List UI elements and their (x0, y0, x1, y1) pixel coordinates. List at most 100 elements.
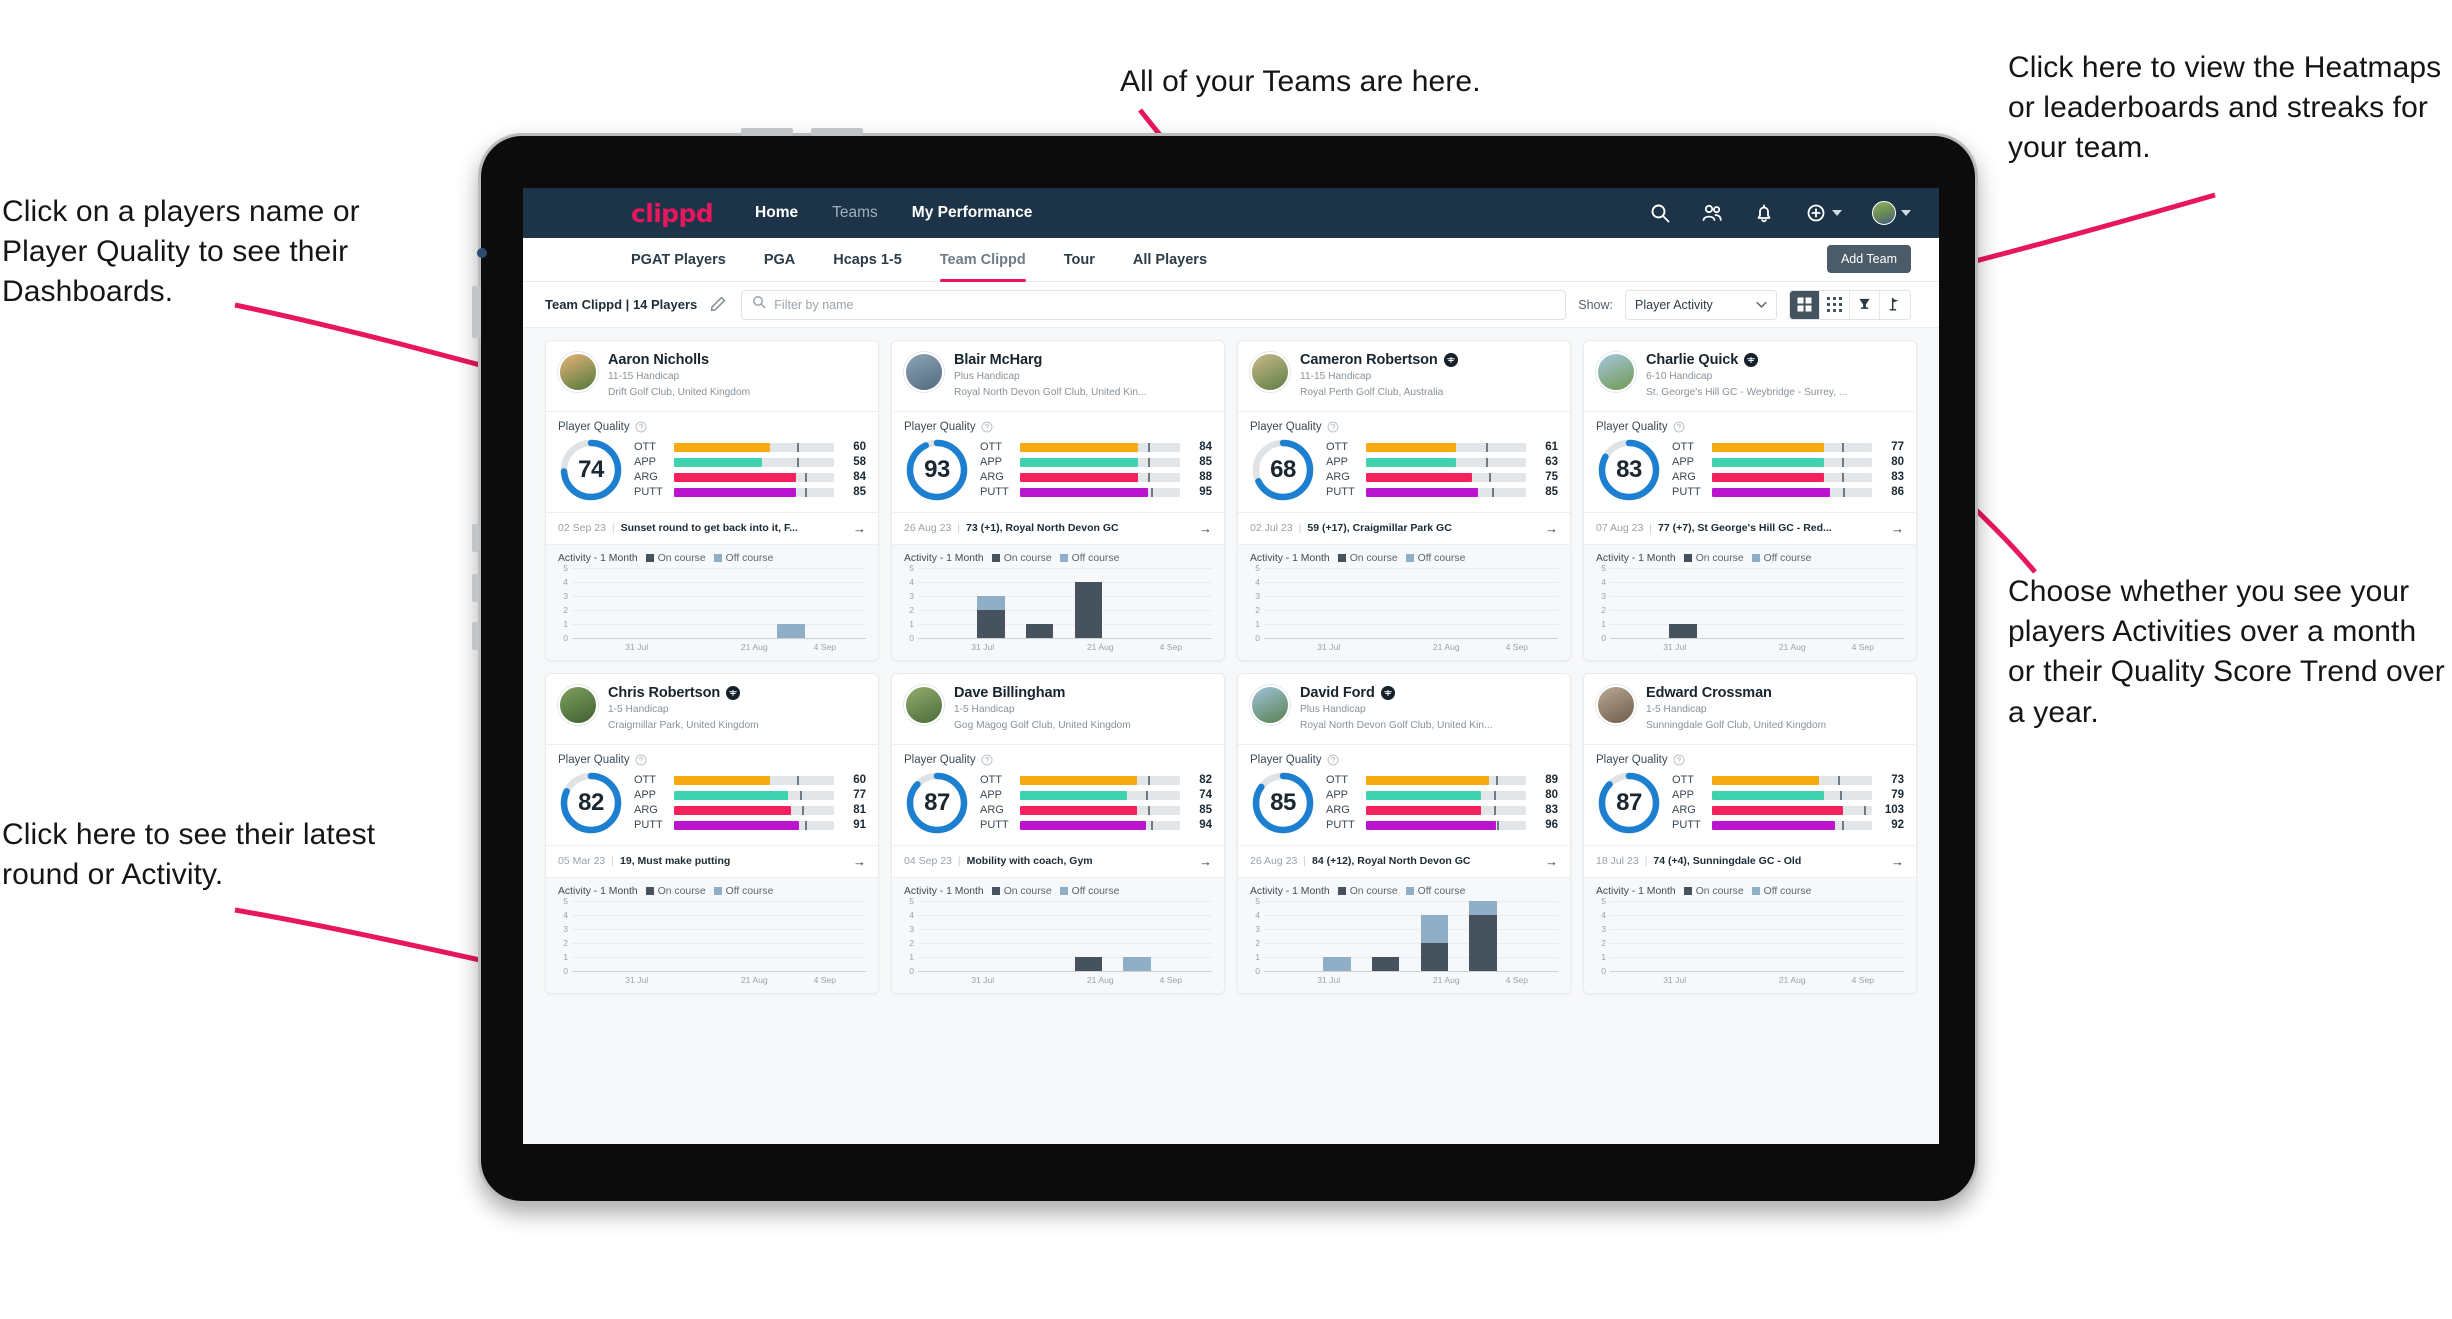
player-name-row[interactable]: Charlie Quick (1646, 352, 1847, 368)
avatar[interactable] (1872, 201, 1896, 225)
bell-icon[interactable] (1753, 202, 1775, 224)
tab-tour[interactable]: Tour (1064, 238, 1095, 282)
pencil-icon[interactable] (709, 295, 729, 315)
tablet-device: clippd Home Teams My Performance PGAT Pl… (472, 128, 1978, 1204)
tab-team-clippd[interactable]: Team Clippd (939, 238, 1026, 282)
nav-link-teams[interactable]: Teams (832, 204, 878, 222)
player-card[interactable]: Aaron Nicholls 11-15 Handicap Drift Golf C… (545, 340, 879, 661)
player-name-row[interactable]: Aaron Nicholls (608, 352, 750, 368)
help-icon[interactable] (1673, 421, 1685, 433)
player-name[interactable]: David Ford (1300, 685, 1375, 701)
help-icon[interactable] (635, 421, 647, 433)
player-card[interactable]: Chris Robertson 1-5 Handicap Craigmillar P… (545, 672, 879, 994)
player-name-row[interactable]: Blair McHarg (954, 352, 1147, 368)
arrow-right-icon[interactable]: → (853, 521, 866, 536)
arrow-right-icon[interactable]: → (853, 854, 866, 869)
latest-round-row[interactable]: 07 Aug 23 | 77 (+7), St George's Hill GC -… (1584, 511, 1916, 544)
arrow-right-icon[interactable]: → (1199, 521, 1212, 536)
tab-pga[interactable]: PGA (764, 238, 795, 282)
help-icon[interactable] (635, 754, 647, 766)
metric-benchmark-tick (1841, 442, 1844, 452)
player-card-header[interactable]: David Ford Plus Handicap Royal North Devon… (1238, 674, 1570, 744)
player-quality-section[interactable]: Player Quality 87 OTT 73 APP 79 ARG 103 PUTT 92 (1584, 745, 1916, 845)
player-card-header[interactable]: Edward Crossman 1-5 Handicap Sunningdale G… (1584, 674, 1916, 744)
add-menu[interactable] (1805, 202, 1842, 224)
account-menu[interactable] (1872, 201, 1911, 225)
player-name[interactable]: Charlie Quick (1646, 352, 1738, 368)
add-team-button[interactable]: Add Team (1826, 245, 1911, 273)
avatar[interactable] (904, 352, 944, 392)
player-name-row[interactable]: Cameron Robertson (1300, 352, 1458, 368)
golf-flag-icon[interactable] (1880, 290, 1910, 319)
player-name[interactable]: Dave Billingham (954, 685, 1065, 701)
nav-link-home[interactable]: Home (755, 204, 798, 222)
arrow-right-icon[interactable]: → (1545, 521, 1558, 536)
help-icon[interactable] (981, 421, 993, 433)
player-quality-section[interactable]: Player Quality 82 OTT 60 APP 77 ARG 81 PUTT 91 (546, 745, 878, 845)
player-card[interactable]: David Ford Plus Handicap Royal North Devon… (1237, 672, 1571, 994)
arrow-right-icon[interactable]: → (1891, 521, 1904, 536)
clippd-logo[interactable]: clippd (631, 199, 714, 228)
player-card-header[interactable]: Aaron Nicholls 11-15 Handicap Drift Golf C… (546, 341, 878, 411)
player-quality-section[interactable]: Player Quality 74 OTT 60 APP 58 ARG 84 PUTT 85 (546, 412, 878, 512)
player-name-row[interactable]: David Ford (1300, 685, 1493, 701)
help-icon[interactable] (981, 754, 993, 766)
player-card[interactable]: Blair McHarg Plus Handicap Royal North Dev… (891, 340, 1225, 661)
latest-round-row[interactable]: 05 Mar 23 | 19, Must make putting → (546, 844, 878, 877)
latest-round-row[interactable]: 26 Aug 23 | 84 (+12), Royal North Devon GC… (1238, 844, 1570, 877)
player-card-header[interactable]: Chris Robertson 1-5 Handicap Craigmillar P… (546, 674, 878, 744)
avatar[interactable] (1250, 352, 1290, 392)
player-card-header[interactable]: Dave Billingham 1-5 Handicap Gog Magog Gol… (892, 674, 1224, 744)
search-icon[interactable] (1649, 202, 1671, 224)
player-name-row[interactable]: Chris Robertson (608, 685, 759, 701)
player-name[interactable]: Blair McHarg (954, 352, 1042, 368)
player-name[interactable]: Aaron Nicholls (608, 352, 709, 368)
tab-all-players[interactable]: All Players (1133, 238, 1207, 282)
player-card-header[interactable]: Blair McHarg Plus Handicap Royal North Dev… (892, 341, 1224, 411)
player-quality-section[interactable]: Player Quality 68 OTT 61 APP 63 ARG 75 PUTT 85 (1238, 412, 1570, 512)
player-name-row[interactable]: Dave Billingham (954, 685, 1131, 701)
people-icon[interactable] (1701, 202, 1723, 224)
avatar[interactable] (1250, 684, 1290, 725)
show-select[interactable]: Player Activity (1625, 289, 1777, 320)
plus-circle-icon[interactable] (1805, 202, 1827, 224)
latest-round-row[interactable]: 26 Aug 23 | 73 (+1), Royal North Devon GC → (892, 511, 1224, 544)
player-name[interactable]: Chris Robertson (608, 685, 720, 701)
player-card[interactable]: Edward Crossman 1-5 Handicap Sunningdale G… (1583, 672, 1917, 994)
player-quality-section[interactable]: Player Quality 83 OTT 77 APP 80 ARG 83 PUTT 86 (1584, 412, 1916, 512)
card-view-icon[interactable] (1790, 290, 1820, 319)
help-icon[interactable] (1673, 754, 1685, 766)
latest-round-row[interactable]: 02 Sep 23 | Sunset round to get back into … (546, 511, 878, 544)
avatar[interactable] (1596, 684, 1636, 725)
help-icon[interactable] (1327, 754, 1339, 766)
avatar[interactable] (558, 684, 598, 725)
compact-grid-icon[interactable] (1820, 290, 1850, 319)
avatar[interactable] (904, 684, 944, 725)
player-card[interactable]: Dave Billingham 1-5 Handicap Gog Magog Gol… (891, 672, 1225, 994)
tab-hcaps-1-5[interactable]: Hcaps 1-5 (833, 238, 902, 282)
help-icon[interactable] (1327, 421, 1339, 433)
nav-link-my-performance[interactable]: My Performance (912, 204, 1033, 222)
player-name[interactable]: Cameron Robertson (1300, 352, 1438, 368)
player-card-header[interactable]: Charlie Quick 6-10 Handicap St. George's H… (1584, 341, 1916, 411)
metric-benchmark-tick (1151, 820, 1154, 830)
player-card[interactable]: Cameron Robertson 11-15 Handicap Royal Per… (1237, 340, 1571, 661)
latest-round-row[interactable]: 02 Jul 23 | 59 (+17), Craigmillar Park GC → (1238, 511, 1570, 544)
avatar[interactable] (558, 352, 598, 392)
arrow-right-icon[interactable]: → (1545, 854, 1558, 869)
avatar[interactable] (1596, 352, 1636, 392)
player-quality-section[interactable]: Player Quality 93 OTT 84 APP 85 ARG 88 PUTT 95 (892, 412, 1224, 512)
arrow-right-icon[interactable]: → (1891, 854, 1904, 869)
latest-round-row[interactable]: 04 Sep 23 | Mobility with coach, Gym → (892, 844, 1224, 877)
player-name-row[interactable]: Edward Crossman (1646, 685, 1826, 701)
latest-round-row[interactable]: 18 Jul 23 | 74 (+4), Sunningdale GC - Old → (1584, 844, 1916, 877)
trophy-icon[interactable] (1850, 290, 1880, 319)
player-card-header[interactable]: Cameron Robertson 11-15 Handicap Royal Per… (1238, 341, 1570, 411)
player-name[interactable]: Edward Crossman (1646, 685, 1772, 701)
tab-pgat-players[interactable]: PGAT Players (631, 238, 726, 282)
player-quality-section[interactable]: Player Quality 87 OTT 82 APP 74 ARG 85 PUTT 94 (892, 745, 1224, 845)
search-input[interactable]: Filter by name (741, 289, 1567, 320)
arrow-right-icon[interactable]: → (1199, 854, 1212, 869)
player-card[interactable]: Charlie Quick 6-10 Handicap St. George's H… (1583, 340, 1917, 661)
player-quality-section[interactable]: Player Quality 85 OTT 89 APP 80 ARG 83 PUTT 96 (1238, 745, 1570, 845)
